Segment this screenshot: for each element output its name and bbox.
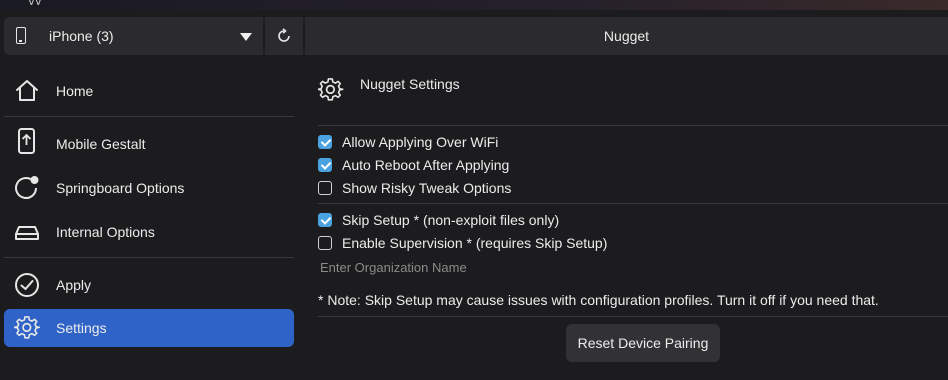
sidebar-item-label: Springboard Options <box>56 180 185 196</box>
option-auto-reboot[interactable]: Auto Reboot After Applying <box>318 155 509 175</box>
sidebar-item-mobile-gestalt[interactable]: Mobile Gestalt <box>4 125 294 163</box>
checkbox-label: Auto Reboot After Applying <box>342 157 510 173</box>
option-show-risky-tweaks[interactable]: Show Risky Tweak Options <box>318 178 511 198</box>
refresh-button[interactable] <box>265 17 303 55</box>
sidebar-item-internal-options[interactable]: Internal Options <box>4 213 294 251</box>
phone-icon <box>16 27 26 44</box>
gear-icon <box>318 78 344 101</box>
device-name: iPhone (3) <box>49 28 114 44</box>
checkbox-label: Enable Supervision * (requires Skip Setu… <box>342 235 608 251</box>
sidebar-divider <box>4 257 294 258</box>
checkbox[interactable] <box>318 135 332 149</box>
mobile-upload-icon <box>18 128 35 154</box>
drive-icon <box>15 226 39 240</box>
option-enable-supervision[interactable]: Enable Supervision * (requires Skip Setu… <box>318 233 607 253</box>
sidebar-item-label: Mobile Gestalt <box>56 136 146 152</box>
springboard-icon <box>15 176 39 199</box>
section-divider <box>318 125 948 126</box>
window-menu-icon: ᐯᐯ <box>28 0 42 8</box>
device-selector[interactable]: iPhone (3) <box>4 17 263 55</box>
option-allow-applying-over-wifi[interactable]: Allow Applying Over WiFi <box>318 132 498 152</box>
sidebar-divider <box>4 116 294 117</box>
checkbox-label: Show Risky Tweak Options <box>342 180 512 196</box>
sidebar-item-label: Settings <box>56 320 107 336</box>
section-divider <box>318 316 948 317</box>
sidebar-item-springboard-options[interactable]: Springboard Options <box>4 169 294 207</box>
sidebar-item-settings[interactable]: Settings <box>4 309 294 347</box>
checkbox[interactable] <box>318 236 332 250</box>
sidebar-item-home[interactable]: Home <box>4 72 294 110</box>
sidebar-item-label: Internal Options <box>56 224 155 240</box>
checkbox[interactable] <box>318 158 332 172</box>
app-title-bar: Nugget <box>305 17 948 55</box>
page-title: Nugget Settings <box>360 76 460 92</box>
chevron-down-icon[interactable] <box>240 33 252 41</box>
reset-device-pairing-button[interactable]: Reset Device Pairing <box>566 324 720 362</box>
option-skip-setup[interactable]: Skip Setup * (non-exploit files only) <box>318 210 559 230</box>
gear-icon <box>14 316 40 339</box>
refresh-icon <box>278 28 290 42</box>
window-top-strip: ᐯᐯ <box>0 0 948 10</box>
sidebar-item-apply[interactable]: Apply <box>4 266 294 304</box>
checkbox[interactable] <box>318 213 332 227</box>
checkbox-label: Allow Applying Over WiFi <box>342 134 499 150</box>
skip-setup-note: * Note: Skip Setup may cause issues with… <box>318 292 879 308</box>
section-divider <box>318 203 948 204</box>
app-title: Nugget <box>603 28 650 44</box>
checkbox-label: Skip Setup * (non-exploit files only) <box>342 212 560 228</box>
sidebar-item-label: Apply <box>56 277 92 293</box>
home-icon <box>16 80 38 101</box>
checkbox[interactable] <box>318 181 332 195</box>
organization-name-input[interactable] <box>318 256 622 278</box>
checkmark-circle-icon <box>15 273 39 297</box>
sidebar-item-label: Home <box>56 83 94 99</box>
